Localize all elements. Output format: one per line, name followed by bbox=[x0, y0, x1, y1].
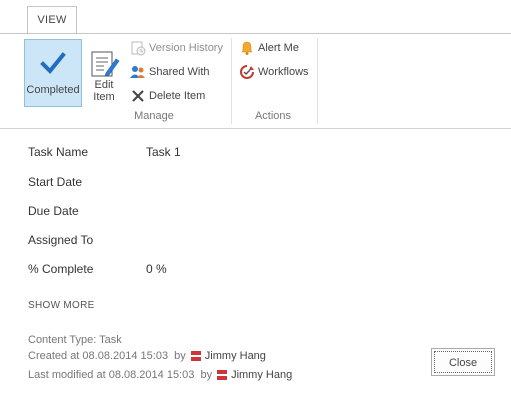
field-label-percent-complete: % Complete bbox=[28, 262, 94, 276]
shared-with-label: Shared With bbox=[149, 66, 210, 78]
field-value-task-name: Task 1 bbox=[146, 145, 181, 159]
edit-item-button[interactable]: Edit Item bbox=[84, 39, 124, 105]
checkmark-icon bbox=[40, 50, 66, 76]
field-label-start-date: Start Date bbox=[28, 175, 83, 189]
edit-item-label-1: Edit bbox=[94, 79, 114, 91]
version-history-icon bbox=[130, 40, 146, 56]
shared-with-icon bbox=[130, 64, 146, 80]
delete-item-button[interactable]: Delete Item bbox=[130, 86, 205, 106]
field-label-assigned-to: Assigned To bbox=[28, 233, 94, 247]
group-divider bbox=[231, 38, 232, 124]
alert-me-label: Alert Me bbox=[258, 42, 299, 54]
version-history-label: Version History bbox=[149, 42, 223, 54]
workflows-icon bbox=[239, 64, 255, 80]
delete-x-icon bbox=[130, 88, 146, 104]
actions-group-label: Actions bbox=[254, 110, 292, 122]
presence-icon bbox=[190, 351, 201, 361]
edit-item-label-2: Item bbox=[93, 91, 115, 103]
shared-with-button[interactable]: Shared With bbox=[130, 62, 210, 82]
presence-icon bbox=[217, 370, 228, 380]
field-label-due-date: Due Date bbox=[28, 204, 79, 218]
content-type-label: Content Type: Task bbox=[28, 334, 122, 346]
completed-label: Completed bbox=[26, 84, 80, 96]
created-label: Created at 08.08.2014 15:03 by bbox=[28, 350, 186, 362]
close-button[interactable]: Close bbox=[431, 348, 495, 376]
workflows-button[interactable]: Workflows bbox=[239, 62, 309, 82]
modified-info: Last modified at 08.08.2014 15:03 by Jim… bbox=[28, 369, 292, 381]
field-value-percent-complete: 0 % bbox=[146, 262, 167, 276]
version-history-button[interactable]: Version History bbox=[130, 38, 223, 58]
ribbon-tab-row: VIEW bbox=[0, 0, 511, 34]
group-divider bbox=[317, 38, 318, 124]
workflows-label: Workflows bbox=[258, 66, 309, 78]
ribbon: Completed Edit Item Version History Shar… bbox=[0, 33, 511, 129]
modified-label: Last modified at 08.08.2014 15:03 by bbox=[28, 369, 213, 381]
manage-group-label: Manage bbox=[134, 110, 174, 122]
edit-form-icon bbox=[90, 49, 120, 79]
content-type-text: Content Type: Task bbox=[28, 334, 122, 346]
show-more-link[interactable]: SHOW MORE bbox=[28, 300, 95, 311]
tab-view[interactable]: VIEW bbox=[27, 6, 77, 34]
field-label-task-name: Task Name bbox=[28, 145, 89, 159]
delete-item-label: Delete Item bbox=[149, 90, 206, 102]
bell-icon bbox=[239, 40, 255, 56]
alert-me-button[interactable]: Alert Me bbox=[239, 38, 299, 58]
completed-button[interactable]: Completed bbox=[24, 39, 82, 107]
modified-by-user-link[interactable]: Jimmy Hang bbox=[231, 369, 292, 381]
created-by-user-link[interactable]: Jimmy Hang bbox=[205, 350, 266, 362]
created-info: Created at 08.08.2014 15:03 by Jimmy Han… bbox=[28, 350, 266, 362]
